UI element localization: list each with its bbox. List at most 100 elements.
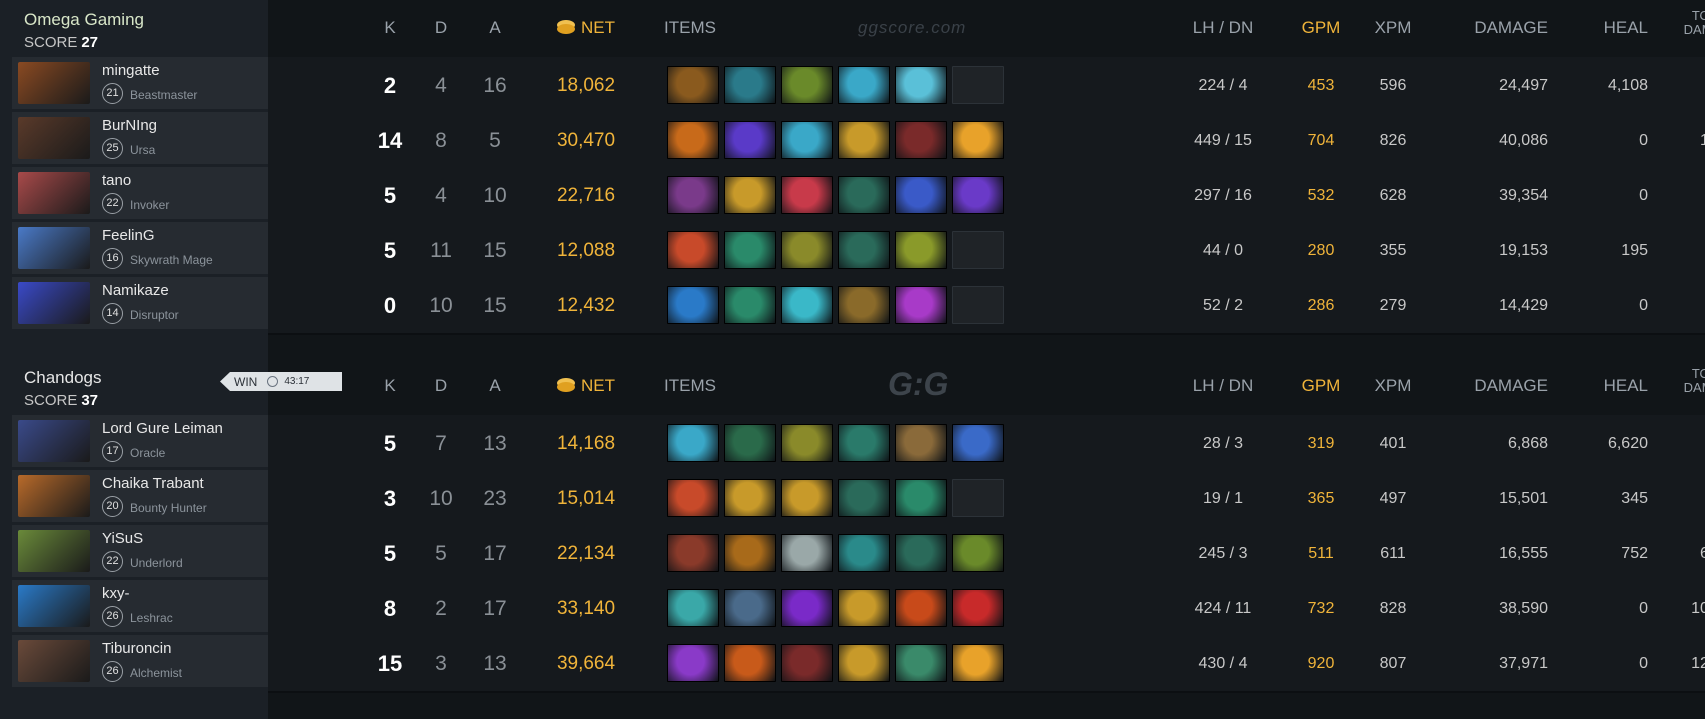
item-icon[interactable]	[952, 644, 1004, 682]
item-icon[interactable]	[952, 534, 1004, 572]
item-icon[interactable]	[724, 534, 776, 572]
item-icon[interactable]	[781, 534, 833, 572]
player-name[interactable]: FeelinG	[102, 227, 155, 244]
item-icon[interactable]	[838, 121, 890, 159]
item-icon[interactable]	[667, 121, 719, 159]
item-icon[interactable]	[895, 121, 947, 159]
item-icon[interactable]	[838, 534, 890, 572]
item-icon[interactable]	[838, 589, 890, 627]
item-icon[interactable]	[838, 644, 890, 682]
item-icon[interactable]	[724, 121, 776, 159]
item-icon[interactable]	[667, 231, 719, 269]
player-card[interactable]: Lord Gure Leiman 17 Oracle	[12, 415, 268, 467]
item-icon[interactable]	[781, 479, 833, 517]
item-icon[interactable]	[895, 66, 947, 104]
item-icon[interactable]	[724, 589, 776, 627]
item-icon[interactable]	[667, 534, 719, 572]
item-icon[interactable]	[781, 121, 833, 159]
item-icon[interactable]	[781, 176, 833, 214]
item-icon[interactable]	[781, 286, 833, 324]
player-stats: 2 4 16 18,062 224 / 4 453 596 24,497 4,108855	[268, 57, 1705, 115]
player-name[interactable]: mingatte	[102, 62, 160, 79]
item-icon[interactable]	[724, 479, 776, 517]
player-name[interactable]: YiSuS	[102, 530, 143, 547]
item-icon[interactable]	[952, 589, 1004, 627]
item-icon[interactable]	[895, 534, 947, 572]
item-icon[interactable]	[781, 424, 833, 462]
heal-value: 4,108	[1607, 77, 1648, 94]
player-card[interactable]: kxy- 26 Leshrac	[12, 580, 268, 632]
player-name[interactable]: tano	[102, 172, 131, 189]
heal-value: 345	[1621, 490, 1648, 507]
watermark-text: ggscore.com	[858, 18, 967, 37]
item-icon[interactable]	[838, 66, 890, 104]
empty-item-slot[interactable]	[952, 66, 1004, 104]
score-value: 37	[81, 392, 99, 409]
item-icon[interactable]	[667, 66, 719, 104]
player-name[interactable]: BurNIng	[102, 117, 157, 134]
hero-level: 16	[102, 248, 123, 269]
deaths-value: 7	[435, 432, 447, 455]
player-card[interactable]: Tiburoncin 26 Alchemist	[12, 635, 268, 687]
item-slots	[667, 644, 1004, 682]
item-icon[interactable]	[838, 286, 890, 324]
item-slots	[667, 176, 1004, 214]
item-icon[interactable]	[667, 424, 719, 462]
item-icon[interactable]	[667, 589, 719, 627]
hero-portrait	[18, 640, 90, 682]
player-card[interactable]: FeelinG 16 Skywrath Mage	[12, 222, 268, 274]
player-name[interactable]: kxy-	[102, 585, 130, 602]
item-icon[interactable]	[838, 231, 890, 269]
player-card[interactable]: tano 22 Invoker	[12, 167, 268, 219]
item-icon[interactable]	[724, 644, 776, 682]
player-stats: 15 3 13 39,664 430 / 4 920 807 37,971 0 12,042	[268, 635, 1705, 693]
item-icon[interactable]	[895, 424, 947, 462]
empty-item-slot[interactable]	[952, 231, 1004, 269]
player-name[interactable]: Lord Gure Leiman	[102, 420, 223, 437]
item-icon[interactable]	[724, 424, 776, 462]
column-gpm: GPM	[1301, 376, 1341, 395]
item-icon[interactable]	[952, 121, 1004, 159]
item-icon[interactable]	[724, 176, 776, 214]
player-card[interactable]: Namikaze 14 Disruptor	[12, 277, 268, 329]
item-icon[interactable]	[667, 286, 719, 324]
net-worth-value: 22,716	[556, 185, 616, 206]
player-name[interactable]: Tiburoncin	[102, 640, 171, 657]
item-icon[interactable]	[724, 66, 776, 104]
item-icon[interactable]	[952, 176, 1004, 214]
player-card[interactable]: YiSuS 22 Underlord	[12, 525, 268, 577]
item-icon[interactable]	[781, 589, 833, 627]
item-icon[interactable]	[838, 479, 890, 517]
player-card[interactable]: BurNIng 25 Ursa	[12, 112, 268, 164]
hero-level: 25	[102, 138, 123, 159]
tower-damage-value: 18	[1648, 277, 1705, 335]
player-name[interactable]: Chaika Trabant	[102, 475, 204, 492]
column-assists: A	[489, 376, 501, 395]
item-icon[interactable]	[895, 644, 947, 682]
player-card[interactable]: mingatte 21 Beastmaster	[12, 57, 268, 109]
item-icon[interactable]	[895, 589, 947, 627]
item-icon[interactable]	[724, 231, 776, 269]
item-icon[interactable]	[781, 644, 833, 682]
item-icon[interactable]	[895, 286, 947, 324]
empty-item-slot[interactable]	[952, 479, 1004, 517]
item-icon[interactable]	[838, 176, 890, 214]
item-icon[interactable]	[838, 424, 890, 462]
item-icon[interactable]	[781, 231, 833, 269]
item-icon[interactable]	[667, 644, 719, 682]
item-icon[interactable]	[724, 286, 776, 324]
item-icon[interactable]	[952, 424, 1004, 462]
item-icon[interactable]	[895, 479, 947, 517]
item-icon[interactable]	[781, 66, 833, 104]
item-icon[interactable]	[895, 231, 947, 269]
item-icon[interactable]	[667, 479, 719, 517]
item-icon[interactable]	[667, 176, 719, 214]
column-heal: HEAL	[1603, 376, 1648, 395]
hero-level: 22	[102, 551, 123, 572]
damage-value: 19,153	[1499, 242, 1548, 259]
empty-item-slot[interactable]	[952, 286, 1004, 324]
player-name[interactable]: Namikaze	[102, 282, 169, 299]
hero-level: 26	[102, 606, 123, 627]
item-icon[interactable]	[895, 176, 947, 214]
player-card[interactable]: Chaika Trabant 20 Bounty Hunter	[12, 470, 268, 522]
